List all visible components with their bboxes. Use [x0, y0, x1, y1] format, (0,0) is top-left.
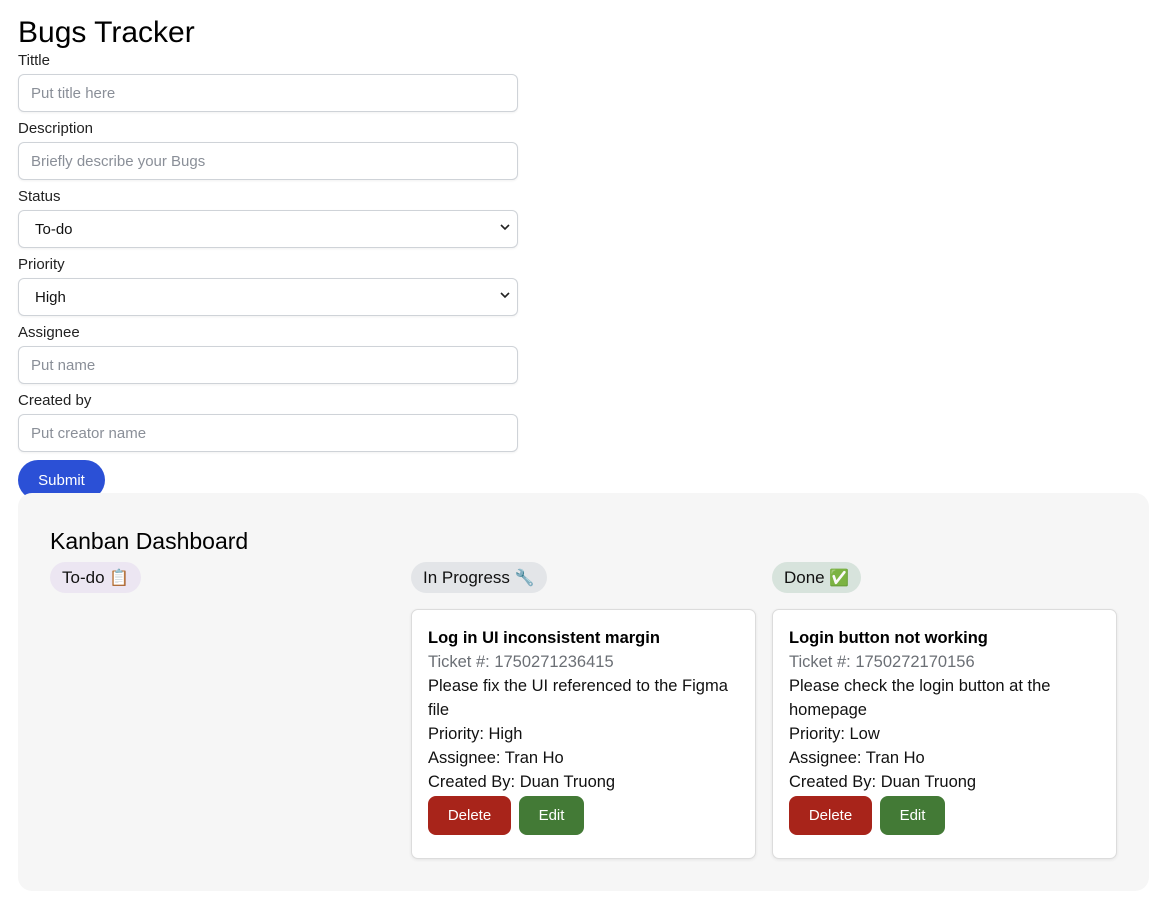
column-label: In Progress [423, 568, 510, 587]
status-select[interactable]: To-do [18, 210, 518, 248]
column-header-in-progress: In Progress 🔧 [411, 562, 547, 593]
title-label: Tittle [18, 52, 50, 69]
card-description: Please fix the UI referenced to the Figm… [428, 677, 728, 719]
delete-button[interactable]: Delete [428, 796, 511, 835]
wrench-icon: 🔧 [514, 570, 535, 587]
card-priority: Priority: Low [789, 725, 880, 743]
status-select-wrapper: To-do [18, 210, 518, 248]
card-title: Login button not working [789, 629, 988, 647]
priority-label: Priority [18, 256, 65, 273]
card-description: Please check the login button at the hom… [789, 677, 1051, 719]
clipboard-icon: 📋 [109, 570, 130, 587]
priority-select[interactable]: High [18, 278, 518, 316]
card-created-by: Created By: Duan Truong [428, 773, 616, 791]
column-header-done: Done ✅ [772, 562, 862, 593]
column-label: To-do [62, 568, 105, 587]
created-by-input[interactable] [18, 414, 518, 452]
card-created-by: Created By: Duan Truong [789, 773, 977, 791]
bug-card: Login button not working Ticket #: 17502… [772, 609, 1117, 859]
edit-button[interactable]: Edit [519, 796, 584, 835]
priority-select-wrapper: High [18, 278, 518, 316]
assignee-input[interactable] [18, 346, 518, 384]
status-label: Status [18, 188, 61, 205]
card-ticket: Ticket #: 1750272170156 [789, 653, 975, 671]
bug-form: Tittle Description Status To-do Priority… [18, 52, 518, 500]
kanban-board: Kanban Dashboard To-do 📋 In Progress 🔧 D… [18, 493, 1149, 891]
description-input[interactable] [18, 142, 518, 180]
edit-button[interactable]: Edit [880, 796, 945, 835]
app-title: Bugs Tracker [18, 16, 195, 49]
card-assignee: Assignee: Tran Ho [428, 749, 564, 767]
card-ticket: Ticket #: 1750271236415 [428, 653, 614, 671]
column-label: Done [784, 568, 825, 587]
assignee-label: Assignee [18, 324, 80, 341]
created-by-label: Created by [18, 392, 92, 409]
card-priority: Priority: High [428, 725, 523, 743]
page: Bugs Tracker Tittle Description Status T… [0, 0, 1159, 914]
card-title: Log in UI inconsistent margin [428, 629, 660, 647]
check-mark-icon: ✅ [829, 570, 850, 587]
description-label: Description [18, 120, 94, 137]
card-assignee: Assignee: Tran Ho [789, 749, 925, 767]
bug-card: Log in UI inconsistent margin Ticket #: … [411, 609, 756, 859]
board-title: Kanban Dashboard [50, 528, 249, 554]
title-input[interactable] [18, 74, 518, 112]
delete-button[interactable]: Delete [789, 796, 872, 835]
card-actions: Delete Edit [428, 796, 739, 835]
column-header-todo: To-do 📋 [50, 562, 142, 593]
card-actions: Delete Edit [789, 796, 1100, 835]
